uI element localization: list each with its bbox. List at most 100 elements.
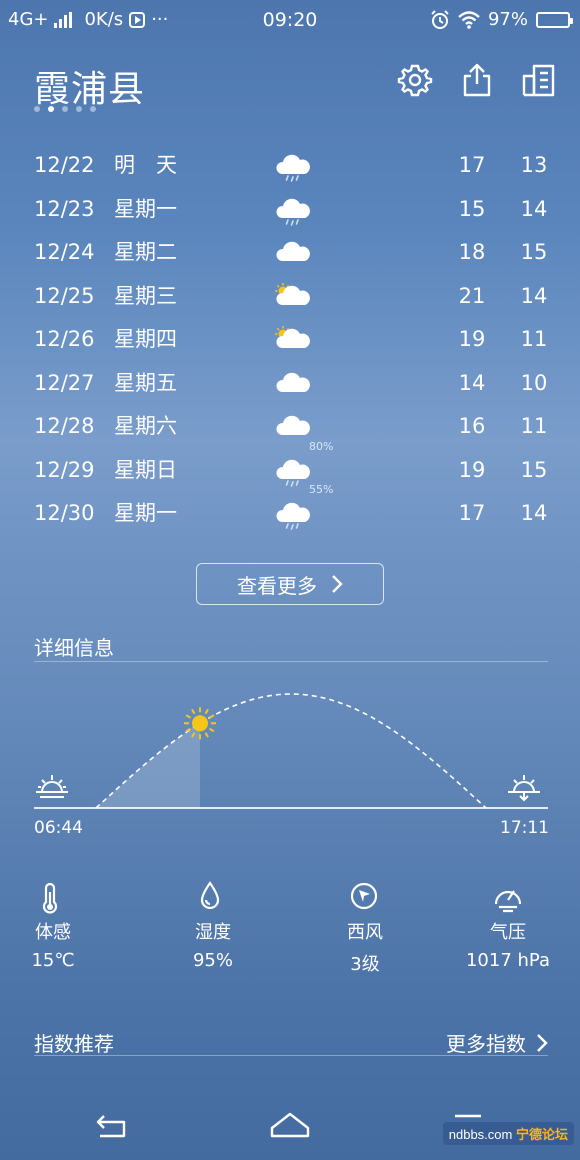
weather-icon-wrap bbox=[272, 498, 312, 530]
battery-icon bbox=[536, 11, 573, 28]
precipitation-probability: 55% bbox=[309, 483, 334, 496]
high-temperature: 21 bbox=[458, 283, 486, 308]
forecast-date: 12/29 bbox=[34, 457, 95, 482]
detail-label: 体感 bbox=[35, 922, 71, 943]
gauge-icon bbox=[494, 890, 522, 913]
sunset-icon bbox=[508, 775, 540, 802]
chevron-right-icon bbox=[537, 1033, 548, 1052]
high-temperature: 17 bbox=[458, 501, 486, 525]
index-section-title: 指数推荐 bbox=[34, 1032, 114, 1056]
forecast-weekday: 明 天 bbox=[114, 153, 177, 177]
forecast-date: 12/25 bbox=[34, 283, 95, 308]
page-dot bbox=[90, 106, 96, 112]
low-temperature: 13 bbox=[520, 153, 548, 177]
sunset-time: 17:11 bbox=[500, 818, 549, 838]
partly-cloudy-icon bbox=[275, 282, 310, 305]
detail-stat: 西风 3级 bbox=[330, 880, 400, 976]
settings-gear-icon[interactable] bbox=[397, 62, 433, 98]
detail-value: 15℃ bbox=[31, 950, 75, 971]
forecast-weekday: 星期六 bbox=[114, 414, 177, 438]
weather-icon-wrap bbox=[272, 411, 312, 443]
cloud-icon bbox=[276, 415, 310, 435]
forecast-date: 12/30 bbox=[34, 501, 95, 525]
forecast-weekday: 星期一 bbox=[114, 196, 177, 221]
low-temperature: 14 bbox=[520, 501, 548, 525]
low-temperature: 11 bbox=[520, 414, 548, 438]
forecast-weekday: 星期二 bbox=[114, 240, 177, 264]
forecast-row[interactable]: 12/23 星期一 15 14 bbox=[34, 188, 550, 232]
rain-cloud-icon bbox=[276, 198, 310, 226]
battery-percent: 97% bbox=[487, 9, 528, 30]
low-temperature: 14 bbox=[520, 196, 548, 221]
details-section-title: 详细信息 bbox=[34, 636, 114, 660]
forecast-row[interactable]: 12/29 星期日 80% 19 15 bbox=[34, 440, 550, 493]
partly-cloudy-icon bbox=[275, 326, 310, 348]
forecast-row[interactable]: 12/30 星期一 55% 17 14 bbox=[34, 483, 550, 536]
low-temperature: 15 bbox=[520, 240, 548, 264]
detail-value: 1017 hPa bbox=[465, 950, 550, 971]
forecast-row[interactable]: 12/28 星期六 16 11 bbox=[34, 405, 550, 449]
sunrise-icon bbox=[36, 775, 68, 798]
high-temperature: 16 bbox=[458, 414, 486, 438]
drop-icon bbox=[200, 881, 220, 910]
status-right: 97% bbox=[430, 9, 573, 30]
more-indices-link[interactable]: 更多指数 bbox=[446, 1028, 548, 1057]
forecast-weekday: 星期三 bbox=[114, 283, 177, 308]
precipitation-probability: 80% bbox=[309, 439, 334, 453]
forum-watermark: ndbbs.com 宁德论坛 bbox=[442, 1122, 574, 1145]
high-temperature: 15 bbox=[458, 196, 486, 221]
weather-icon-wrap bbox=[272, 150, 312, 182]
more-indices-label: 更多指数 bbox=[446, 1032, 526, 1056]
high-temperature: 17 bbox=[458, 153, 486, 177]
view-more-label: 查看更多 bbox=[237, 573, 317, 598]
forecast-date: 12/24 bbox=[34, 240, 95, 264]
forecast-weekday: 星期一 bbox=[114, 501, 177, 525]
low-temperature: 14 bbox=[520, 283, 548, 308]
page-dot bbox=[34, 106, 40, 112]
sunrise-time: 06:44 bbox=[34, 818, 83, 838]
forecast-date: 12/22 bbox=[34, 153, 95, 177]
detail-stat: 体感 15℃ bbox=[18, 880, 88, 971]
detail-stat: 气压 1017 hPa bbox=[458, 880, 558, 971]
section-divider bbox=[34, 1055, 548, 1056]
forecast-date: 12/28 bbox=[34, 414, 95, 438]
forecast-row[interactable]: 12/22 明 天 17 13 bbox=[34, 144, 550, 188]
high-temperature: 18 bbox=[458, 240, 486, 264]
city-name[interactable]: 霞浦县 bbox=[34, 60, 145, 112]
forecast-row[interactable]: 12/24 星期二 18 15 bbox=[34, 231, 550, 275]
rain-cloud-icon bbox=[276, 459, 310, 487]
sun-elapsed-area bbox=[96, 723, 200, 808]
share-icon[interactable] bbox=[459, 62, 495, 98]
detail-value: 95% bbox=[192, 950, 233, 971]
detail-label: 西风 bbox=[347, 922, 383, 943]
rain-cloud-icon bbox=[276, 502, 310, 530]
forecast-weekday: 星期四 bbox=[114, 327, 177, 351]
view-more-button[interactable]: 查看更多 bbox=[196, 563, 384, 605]
low-temperature: 11 bbox=[520, 327, 548, 351]
forecast-date: 12/27 bbox=[34, 370, 95, 395]
low-temperature: 10 bbox=[520, 370, 548, 395]
back-button[interactable] bbox=[96, 1115, 126, 1138]
weather-icon-wrap bbox=[272, 281, 312, 313]
weather-icon-wrap bbox=[272, 368, 312, 400]
home-button[interactable] bbox=[270, 1112, 310, 1138]
low-temperature: 15 bbox=[520, 457, 548, 482]
wind-direction-icon bbox=[350, 882, 378, 910]
detail-label: 气压 bbox=[490, 922, 526, 943]
forecast-row[interactable]: 12/26 星期四 19 11 bbox=[34, 318, 550, 362]
cloud-icon bbox=[276, 372, 310, 392]
city-list-icon[interactable] bbox=[521, 62, 557, 98]
page-dot bbox=[48, 106, 54, 112]
forecast-row[interactable]: 12/27 星期五 14 10 bbox=[34, 362, 550, 406]
thermometer-icon bbox=[42, 882, 58, 914]
forecast-date: 12/23 bbox=[34, 196, 95, 221]
page-dot bbox=[62, 106, 68, 112]
section-divider bbox=[34, 661, 548, 662]
weather-details-grid: 体感 15℃ 湿度 95% 西风 3级 气压 1017 hPa bbox=[0, 880, 580, 975]
forecast-row[interactable]: 12/25 星期三 21 14 bbox=[34, 275, 550, 319]
wifi-icon bbox=[458, 10, 480, 29]
detail-stat: 湿度 95% bbox=[178, 880, 248, 971]
chevron-right-icon bbox=[332, 575, 343, 593]
weather-icon-wrap bbox=[272, 455, 312, 487]
status-bar: 4G+ 0K/s ··· 09:20 97% bbox=[0, 0, 580, 40]
